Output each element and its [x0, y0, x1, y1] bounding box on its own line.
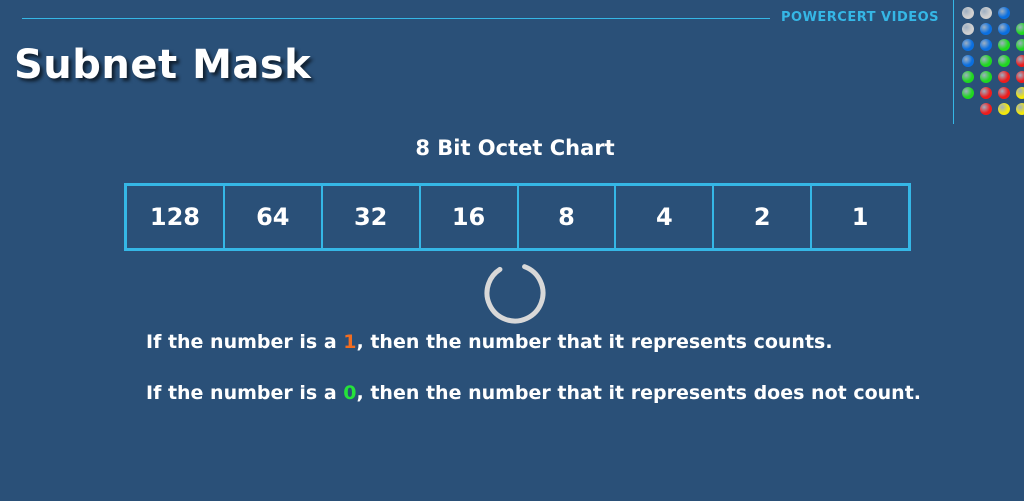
decorative-dot: [1016, 23, 1024, 35]
decorative-dot: [980, 103, 992, 115]
decorative-dot: [998, 39, 1010, 51]
decorative-dot: [1016, 71, 1024, 83]
corner-divider-line: [953, 0, 954, 124]
decorative-dot: [980, 55, 992, 67]
decorative-dot: [962, 55, 974, 67]
octet-cell-128: 128: [127, 186, 225, 248]
decorative-dot: [998, 23, 1010, 35]
digit-one-highlight: 1: [343, 331, 357, 353]
decorative-dot: [962, 23, 974, 35]
octet-cell-8: 8: [519, 186, 617, 248]
rule-zero-prefix: If the number is a: [146, 382, 344, 404]
decorative-dot: [998, 7, 1010, 19]
digit-zero-highlight: 0: [343, 382, 357, 404]
decorative-dot: [998, 87, 1010, 99]
decorative-dot: [980, 23, 992, 35]
octet-cell-4: 4: [616, 186, 715, 248]
decorative-dot: [998, 55, 1010, 67]
decorative-dot: [1016, 39, 1024, 51]
octet-cell-16: 16: [421, 186, 519, 248]
chart-title: 8 Bit Octet Chart: [415, 136, 615, 160]
rule-zero-suffix: , then the number that it represents doe…: [356, 382, 922, 404]
decorative-dot: [962, 7, 974, 19]
octet-cell-32: 32: [323, 186, 421, 248]
decorative-dot: [980, 7, 992, 19]
rule-line-one: If the number is a 1, then the number th…: [146, 331, 833, 353]
header-divider-line: [22, 18, 770, 19]
decorative-dot: [962, 87, 974, 99]
decorative-dot-grid: [958, 0, 1024, 124]
octet-cell-64: 64: [225, 186, 323, 248]
brand-label: POWERCERT VIDEOS: [781, 10, 940, 25]
decorative-dot: [1016, 55, 1024, 67]
decorative-dot: [980, 87, 992, 99]
octet-cell-1: 1: [851, 203, 869, 231]
octet-cell-2: 2: [714, 186, 813, 248]
rule-one-suffix: , then the number that it represents cou…: [356, 331, 833, 353]
decorative-dot: [980, 39, 992, 51]
rule-one-prefix: If the number is a: [146, 331, 344, 353]
rule-line-zero: If the number is a 0, then the number th…: [146, 382, 921, 404]
octet-chart-table: 128 64 32 16 8 4 2 1: [124, 183, 911, 251]
decorative-dot: [998, 71, 1010, 83]
decorative-dot: [998, 103, 1010, 115]
decorative-dot: [1016, 103, 1024, 115]
decorative-dot: [1016, 87, 1024, 99]
slide-title: Subnet Mask: [14, 42, 312, 88]
decorative-dot: [980, 71, 992, 83]
loading-spinner-icon: [484, 262, 546, 324]
decorative-dot: [962, 71, 974, 83]
decorative-dot: [962, 39, 974, 51]
